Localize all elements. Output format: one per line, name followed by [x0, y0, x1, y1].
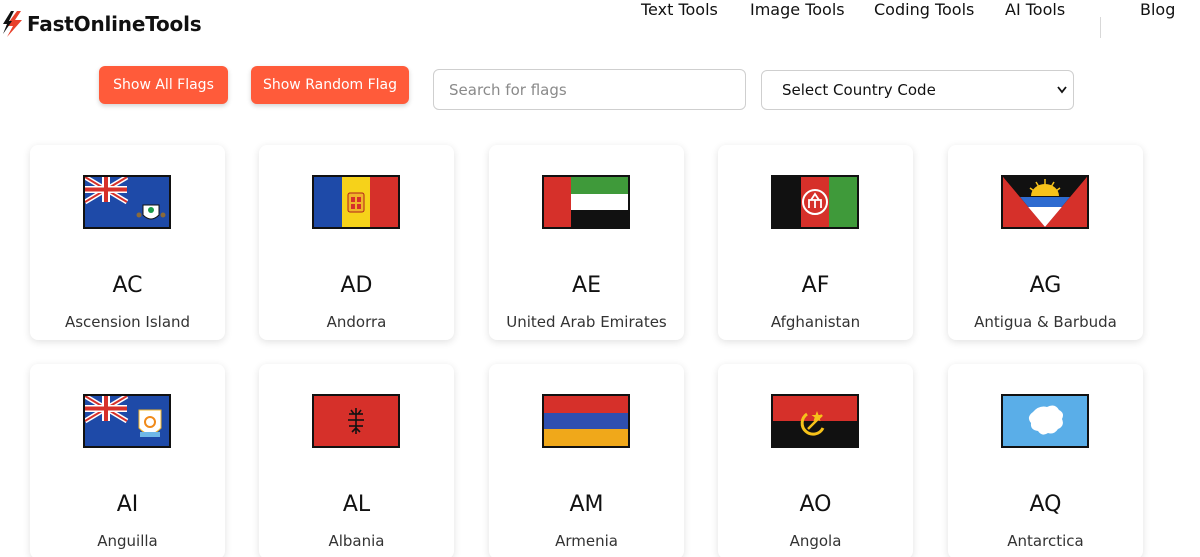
logo-text: FastOnlineTools — [27, 12, 202, 36]
site-header: FastOnlineTools Text Tools Image Tools C… — [0, 0, 1200, 56]
nav-blog[interactable]: Blog — [1140, 0, 1175, 19]
select-value: Select Country Code — [782, 81, 936, 99]
antarctica-flag-icon — [1001, 394, 1089, 448]
flag-code: AM — [569, 492, 604, 517]
nav-image-tools[interactable]: Image Tools — [750, 0, 845, 19]
flag-code: AC — [112, 273, 143, 298]
flag-card-ao[interactable]: AO Angola — [718, 364, 913, 557]
flag-card-al[interactable]: AL Albania — [259, 364, 454, 557]
show-random-flag-button[interactable]: Show Random Flag — [251, 66, 409, 104]
flag-name: Armenia — [555, 532, 618, 550]
search-box — [433, 69, 746, 110]
flag-code: AE — [572, 273, 601, 298]
flag-name: Ascension Island — [64, 313, 191, 331]
united-arab-emirates-flag-icon — [542, 175, 630, 229]
flag-card-ag[interactable]: AG Antigua & Barbuda — [948, 145, 1143, 340]
flag-name: Angola — [789, 532, 842, 550]
flag-code: AG — [1029, 273, 1062, 298]
flag-card-aq[interactable]: AQ Antarctica — [948, 364, 1143, 557]
flag-name: Albania — [328, 532, 385, 550]
flag-name: United Arab Emirates — [506, 313, 667, 331]
flag-card-ae[interactable]: AE United Arab Emirates — [489, 145, 684, 340]
antigua-barbuda-flag-icon — [1001, 175, 1089, 229]
flag-name: Anguilla — [97, 532, 158, 550]
flag-code: AO — [799, 492, 832, 517]
angola-flag-icon — [771, 394, 859, 448]
albania-flag-icon — [312, 394, 400, 448]
flag-name: Afghanistan — [770, 313, 861, 331]
nav-ai-tools[interactable]: AI Tools — [1005, 0, 1065, 19]
ascension-island-flag-icon — [83, 175, 171, 229]
nav-text-tools[interactable]: Text Tools — [641, 0, 718, 19]
flag-name: Antarctica — [1007, 532, 1084, 550]
lightning-bolt-icon — [3, 11, 22, 37]
flag-code: AD — [340, 273, 373, 298]
search-input[interactable] — [449, 80, 729, 99]
flag-card-ai[interactable]: AI Anguilla — [30, 364, 225, 557]
site-logo[interactable]: FastOnlineTools — [2, 10, 202, 38]
afghanistan-flag-icon — [771, 175, 859, 229]
nav-coding-tools[interactable]: Coding Tools — [874, 0, 974, 19]
nav-divider — [1100, 17, 1101, 38]
flag-card-ac[interactable]: AC Ascension Island — [30, 145, 225, 340]
flag-card-af[interactable]: AF Afghanistan — [718, 145, 913, 340]
flag-code: AF — [801, 273, 830, 298]
armenia-flag-icon — [542, 394, 630, 448]
show-all-flags-button[interactable]: Show All Flags — [99, 66, 228, 104]
anguilla-flag-icon — [83, 394, 171, 448]
country-code-select[interactable]: Select Country Code — [761, 70, 1074, 110]
flag-code: AI — [116, 492, 139, 517]
flag-card-ad[interactable]: AD Andorra — [259, 145, 454, 340]
flag-code: AQ — [1029, 492, 1062, 517]
flag-card-am[interactable]: AM Armenia — [489, 364, 684, 557]
andorra-flag-icon — [312, 175, 400, 229]
flag-name: Antigua & Barbuda — [974, 313, 1117, 331]
chevron-down-icon — [1057, 86, 1067, 94]
flag-code: AL — [342, 492, 371, 517]
flag-name: Andorra — [326, 313, 387, 331]
